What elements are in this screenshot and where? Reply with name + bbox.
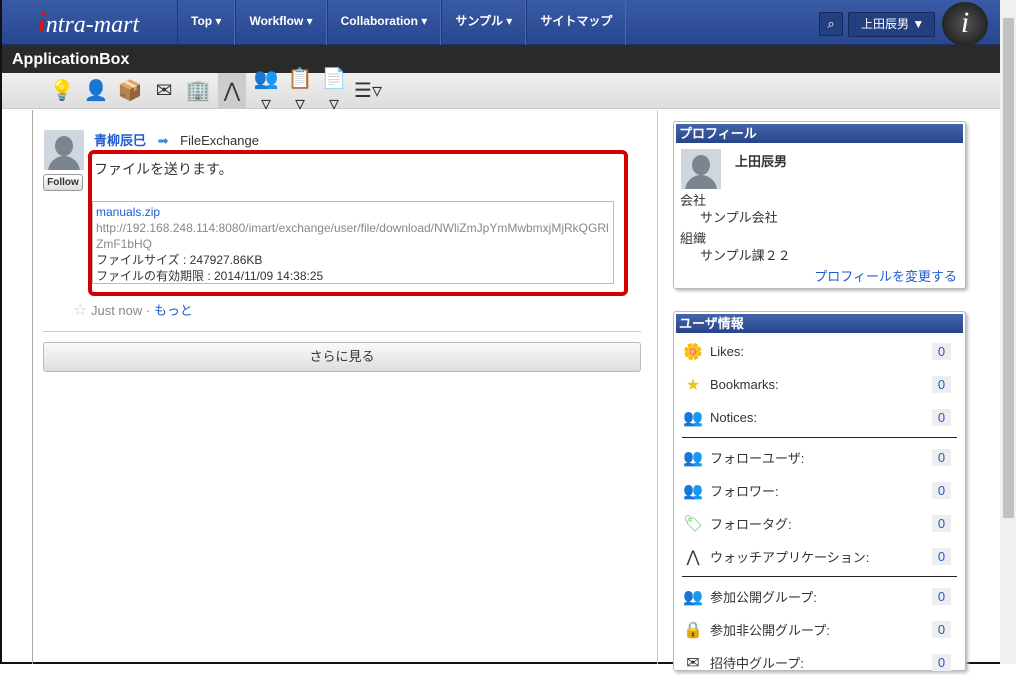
nav-collaboration[interactable]: Collaboration ▾ [326, 0, 442, 45]
row-label: 参加公開グループ: [710, 590, 817, 605]
profile-title: プロフィール [676, 124, 963, 143]
global-nav: Top ▾ Workflow ▾ Collaboration ▾ サンプル ▾ … [177, 0, 627, 45]
group-icon: 👥 [683, 588, 703, 606]
row-label: Notices: [710, 410, 757, 425]
invited-groups-row[interactable]: ✉ 招待中グループ: 0 [674, 646, 965, 679]
profile-box: プロフィール 上田辰男 会社 サンプル会社 組織 サンプル課２２ プロフィールを… [673, 121, 966, 289]
more-link[interactable]: もっと [154, 303, 193, 318]
notices-row[interactable]: 👥 Notices: 0 [674, 401, 965, 434]
file-link[interactable]: manuals.zip [96, 205, 160, 219]
user-name: 上田辰男 [861, 17, 910, 31]
row-count: 0 [932, 482, 951, 499]
app-toolbar: 💡 👤 📦 ✉ 🏢 ⋀ 👥▿ 📋▿ 📄▿ ☰▿ [2, 68, 1000, 115]
scrollbar-thumb[interactable] [1003, 18, 1014, 518]
row-count: 0 [932, 515, 951, 532]
row-count: 0 [932, 409, 951, 426]
author-link[interactable]: 青柳辰巳 [94, 133, 146, 148]
group-icon[interactable]: 👥▿ [252, 66, 280, 116]
file-size: ファイルサイズ : 247927.86KB [96, 253, 263, 267]
star-icon[interactable]: ☆ [73, 302, 87, 319]
clipboard-icon[interactable]: 📋▿ [286, 66, 314, 116]
document-pin-icon[interactable]: 📄▿ [320, 66, 348, 116]
tag-icon: 🏷 [682, 515, 704, 533]
likes-row[interactable]: 🌼 Likes: 0 [674, 335, 965, 368]
nav-sitemap[interactable]: サイトマップ [526, 0, 627, 45]
edit-profile-link[interactable]: プロフィールを変更する [814, 266, 957, 285]
public-groups-row[interactable]: 👥 参加公開グループ: 0 [674, 580, 965, 613]
arrow-right-icon: ➡ [157, 133, 169, 148]
divider [682, 437, 957, 438]
search-icon[interactable]: ⌕ [819, 12, 843, 36]
locked-group-icon: 🔒 [683, 621, 703, 639]
im-logo-icon[interactable]: i [942, 2, 988, 46]
divider [682, 576, 957, 577]
box-icon[interactable]: 📦 [116, 78, 144, 103]
row-count: 0 [932, 654, 951, 671]
separator: · [145, 303, 151, 318]
user-info-box: ユーザ情報 🌼 Likes: 0 ★ Bookmarks: 0 👥 Notices: 0 👥… [673, 311, 966, 672]
mail-icon[interactable]: ✉ [150, 78, 178, 103]
row-count: 0 [932, 621, 951, 638]
row-count: 0 [932, 588, 951, 605]
star-icon: ★ [685, 376, 701, 394]
lightbulb-icon[interactable]: 💡 [48, 78, 76, 103]
post-message: ファイルを送ります。 [94, 161, 233, 177]
file-url: http://192.168.248.114:8080/imart/exchan… [96, 221, 609, 251]
row-count: 0 [932, 343, 951, 360]
row-count: 0 [932, 449, 951, 466]
profile-name: 上田辰男 [735, 154, 788, 169]
people-icon: 👥 [683, 409, 703, 427]
follower-icon: 👥 [683, 482, 703, 500]
company-label: 会社 [680, 193, 707, 208]
row-label: 参加非公開グループ: [710, 623, 830, 638]
row-label: 招待中グループ: [710, 656, 804, 671]
row-label: Likes: [710, 344, 744, 359]
global-header: intra-mart Top ▾ Workflow ▾ Collaboratio… [2, 0, 1016, 46]
building-icon[interactable]: 🏢 [184, 78, 212, 103]
user-menu[interactable]: 上田辰男 ▼ [848, 12, 935, 37]
row-count: 0 [932, 548, 951, 565]
user-info-title: ユーザ情報 [676, 314, 963, 333]
divider [43, 331, 641, 332]
row-count: 0 [932, 376, 951, 393]
post-target: FileExchange [180, 133, 259, 148]
list-icon[interactable]: ☰▿ [354, 78, 382, 103]
org-value: サンプル課２２ [700, 248, 791, 263]
timeline-panel: Follow 青柳辰巳 ➡ FileExchange ファイルを送ります。 ma… [32, 110, 658, 664]
row-label: Bookmarks: [710, 377, 779, 392]
row-label: フォローユーザ: [710, 451, 805, 466]
bookmarks-row[interactable]: ★ Bookmarks: 0 [674, 368, 965, 401]
followers-row[interactable]: 👥 フォロワー: 0 [674, 474, 965, 507]
row-label: フォロータグ: [710, 517, 792, 532]
file-attachment: manuals.zip http://192.168.248.114:8080/… [92, 201, 614, 284]
follow-user-icon: 👥 [683, 449, 703, 467]
nav-top[interactable]: Top ▾ [177, 0, 236, 45]
compass-icon: ⋀ [686, 548, 700, 566]
row-label: ウォッチアプリケーション: [710, 550, 870, 565]
org-label: 組織 [680, 231, 707, 246]
invitation-icon: ✉ [686, 654, 700, 672]
row-label: フォロワー: [710, 484, 779, 499]
smiley-flower-icon: 🌼 [683, 343, 703, 361]
private-groups-row[interactable]: 🔒 参加非公開グループ: 0 [674, 613, 965, 646]
user-icon[interactable]: 👤 [82, 78, 110, 103]
nav-workflow[interactable]: Workflow ▾ [235, 0, 327, 45]
see-more-button[interactable]: さらに見る [43, 342, 641, 372]
profile-avatar [681, 149, 721, 189]
follow-users-row[interactable]: 👥 フォローユーザ: 0 [674, 441, 965, 474]
follow-button[interactable]: Follow [43, 174, 83, 191]
page-title: ApplicationBox [2, 45, 1000, 73]
follow-tags-row[interactable]: 🏷 フォロータグ: 0 [674, 507, 965, 540]
watch-apps-row[interactable]: ⋀ ウォッチアプリケーション: 0 [674, 540, 965, 573]
compass-icon[interactable]: ⋀ [218, 72, 246, 109]
nav-sample[interactable]: サンプル ▾ [441, 0, 527, 45]
company-value: サンプル会社 [700, 210, 778, 225]
intra-mart-logo[interactable]: intra-mart [38, 8, 139, 40]
author-avatar[interactable] [44, 130, 84, 170]
file-expiry: ファイルの有効期限 : 2014/11/09 14:38:25 [96, 269, 324, 283]
post-time: Just now [90, 303, 143, 318]
